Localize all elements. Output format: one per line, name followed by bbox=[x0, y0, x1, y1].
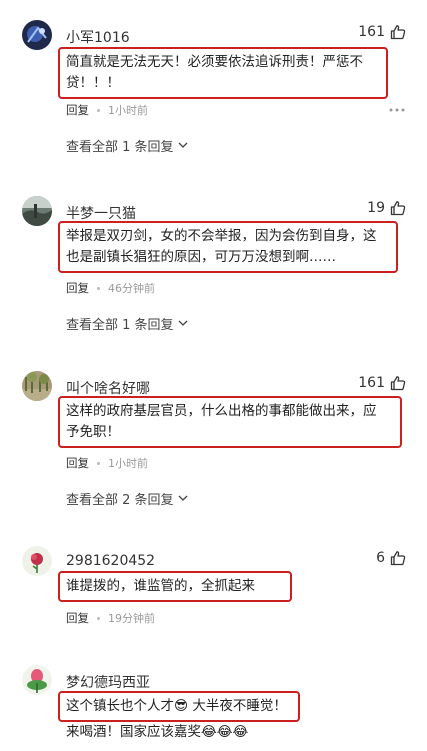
avatar[interactable] bbox=[22, 665, 52, 695]
view-replies-label: 查看全部 1 条回复 bbox=[66, 318, 174, 333]
separator-dot bbox=[97, 461, 100, 465]
chevron-down-icon bbox=[178, 495, 188, 501]
comment-meta: 回复 1小时前 bbox=[66, 455, 148, 471]
timestamp: 1小时前 bbox=[108, 457, 148, 470]
username[interactable]: 小军1016 bbox=[66, 27, 130, 47]
thumbs-up-icon[interactable] bbox=[390, 200, 406, 216]
view-replies-label: 查看全部 1 条回复 bbox=[66, 140, 174, 155]
thumbs-up-icon[interactable] bbox=[390, 550, 406, 566]
comment-body: 这个镇长也个人才😎 大半夜不睡觉！ bbox=[58, 691, 300, 722]
like-count: 6 bbox=[376, 550, 385, 566]
username[interactable]: 半梦一只猫 bbox=[66, 203, 136, 223]
separator-dot bbox=[97, 616, 100, 620]
comment-text: 简直就是无法无天！必须要依法追诉刑责！严惩不 贷！！！ bbox=[66, 54, 363, 91]
comment-meta: 回复 19分钟前 bbox=[66, 610, 155, 626]
reply-button[interactable]: 回复 bbox=[66, 280, 89, 296]
like-count: 19 bbox=[367, 200, 385, 216]
comment-meta: 回复 46分钟前 bbox=[66, 280, 155, 296]
like-button[interactable]: 161 bbox=[358, 375, 406, 391]
thumbs-up-icon[interactable] bbox=[390, 24, 406, 40]
timestamp: 19分钟前 bbox=[108, 612, 155, 625]
username[interactable]: 梦幻德玛西亚 bbox=[66, 672, 150, 692]
view-replies-button[interactable]: 查看全部 2 条回复 bbox=[66, 489, 188, 508]
comment-text: 这个镇长也个人才😎 大半夜不睡觉！ bbox=[66, 698, 287, 714]
thumbs-up-icon[interactable] bbox=[390, 375, 406, 391]
like-button[interactable]: 161 bbox=[358, 24, 406, 40]
chevron-down-icon bbox=[178, 142, 188, 148]
username[interactable]: 2981620452 bbox=[66, 553, 155, 569]
reply-button[interactable]: 回复 bbox=[66, 610, 89, 626]
separator-dot bbox=[97, 286, 100, 290]
separator-dot bbox=[97, 108, 100, 112]
timestamp: 1小时前 bbox=[108, 104, 148, 117]
comment-body: 简直就是无法无天！必须要依法追诉刑责！严惩不 贷！！！ bbox=[58, 47, 388, 99]
view-replies-button[interactable]: 查看全部 1 条回复 bbox=[66, 136, 188, 155]
comment-body: 这样的政府基层官员，什么出格的事都能做出来，应 予免职！ bbox=[58, 396, 402, 448]
username[interactable]: 叫个啥名好哪 bbox=[66, 378, 150, 398]
avatar[interactable] bbox=[22, 371, 52, 401]
comment-text: 谁提拨的，谁监管的，全抓起来 bbox=[66, 578, 255, 594]
more-dots-icon[interactable] bbox=[389, 108, 405, 112]
reply-button[interactable]: 回复 bbox=[66, 102, 89, 118]
reply-button[interactable]: 回复 bbox=[66, 455, 89, 471]
like-button[interactable]: 6 bbox=[376, 550, 406, 566]
view-replies-button[interactable]: 查看全部 1 条回复 bbox=[66, 314, 188, 333]
avatar[interactable] bbox=[22, 20, 52, 50]
comment-body: 举报是双刃剑，女的不会举报，因为会伤到自身，这 也是副镇长猖狂的原因，可万万没想… bbox=[58, 221, 398, 273]
comment-text: 举报是双刃剑，女的不会举报，因为会伤到自身，这 也是副镇长猖狂的原因，可万万没想… bbox=[66, 228, 377, 265]
avatar[interactable] bbox=[22, 196, 52, 226]
like-count: 161 bbox=[358, 375, 385, 391]
like-button[interactable]: 19 bbox=[367, 200, 406, 216]
comment-text-continued: 来喝酒！国家应该嘉奖😂😂😂 bbox=[66, 724, 249, 740]
chevron-down-icon bbox=[178, 320, 188, 326]
timestamp: 46分钟前 bbox=[108, 282, 155, 295]
comment-meta: 回复 1小时前 bbox=[66, 102, 148, 118]
comment-body: 谁提拨的，谁监管的，全抓起来 bbox=[58, 571, 292, 602]
avatar[interactable] bbox=[22, 546, 52, 576]
comment-text: 这样的政府基层官员，什么出格的事都能做出来，应 予免职！ bbox=[66, 403, 377, 440]
view-replies-label: 查看全部 2 条回复 bbox=[66, 493, 174, 508]
like-count: 161 bbox=[358, 24, 385, 40]
